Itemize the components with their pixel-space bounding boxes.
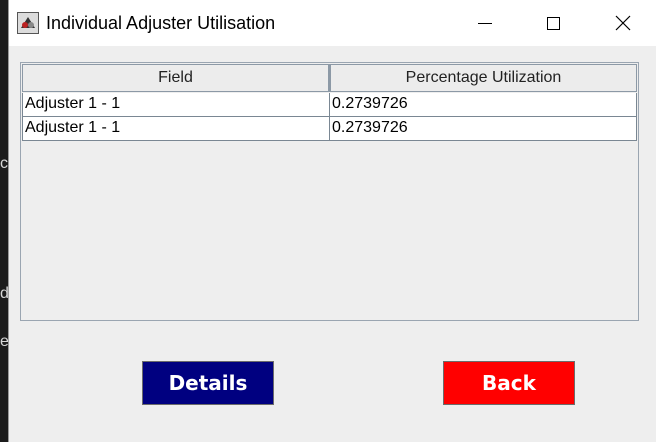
window-title: Individual Adjuster Utilisation — [46, 13, 276, 33]
column-header-percentage[interactable]: Percentage Utilization — [329, 64, 637, 92]
table-row[interactable]: Adjuster 1 - 1 0.2739726 — [22, 117, 637, 141]
minimize-icon — [478, 22, 492, 24]
title-bar[interactable]: Individual Adjuster Utilisation — [9, 0, 656, 46]
background-window-edge: c d e — [0, 0, 9, 442]
close-icon — [615, 15, 631, 31]
dialog-window: Individual Adjuster Utilisation Field Pe… — [8, 0, 656, 442]
java-app-icon — [17, 12, 39, 34]
utilisation-table[interactable]: Field Percentage Utilization Adjuster 1 … — [20, 62, 639, 321]
maximize-button[interactable] — [517, 0, 589, 46]
table-header: Field Percentage Utilization — [22, 64, 637, 93]
cell-field[interactable]: Adjuster 1 - 1 — [22, 93, 330, 117]
back-button[interactable]: Back — [443, 361, 575, 405]
cell-percentage[interactable]: 0.2739726 — [330, 93, 637, 117]
details-button[interactable]: Details — [142, 361, 274, 405]
column-header-field[interactable]: Field — [22, 64, 329, 92]
cell-percentage[interactable]: 0.2739726 — [330, 117, 637, 141]
minimize-button[interactable] — [449, 0, 521, 46]
table-row[interactable]: Adjuster 1 - 1 0.2739726 — [22, 93, 637, 117]
cell-field[interactable]: Adjuster 1 - 1 — [22, 117, 330, 141]
close-button[interactable] — [587, 0, 656, 46]
maximize-icon — [546, 16, 560, 30]
